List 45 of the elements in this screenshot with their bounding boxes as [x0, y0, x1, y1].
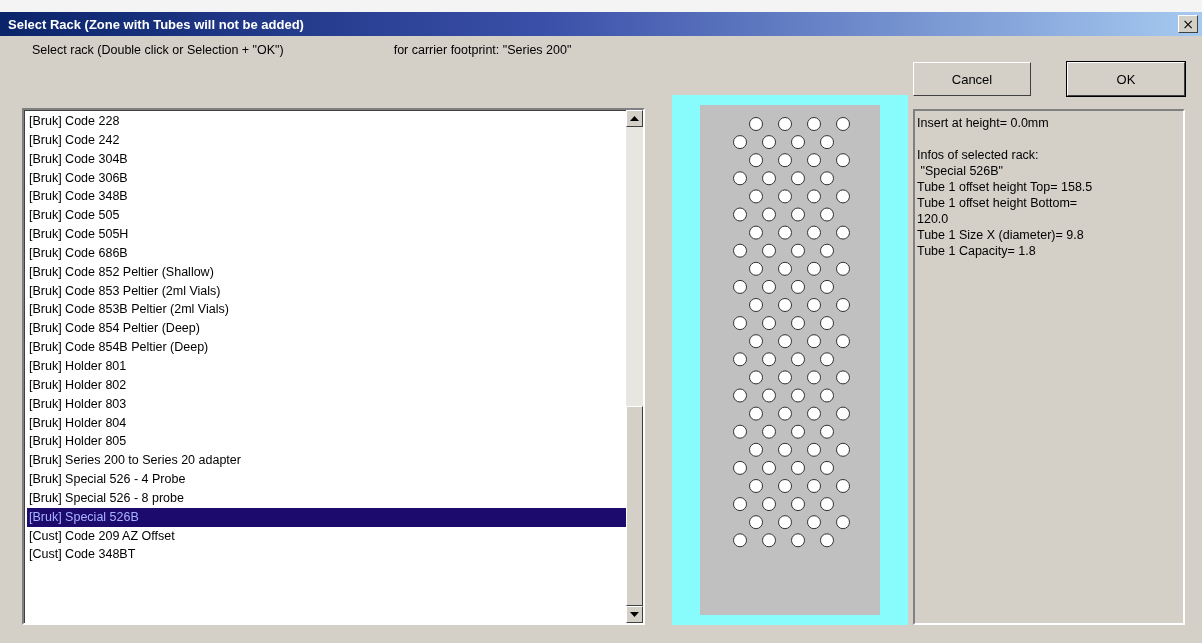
rack-list-item[interactable]: [Bruk] Code 686B: [27, 243, 626, 263]
info-text: Tube 1 Size X (diameter)= 9.8: [917, 227, 1085, 243]
info-text: Infos of selected rack:: [917, 147, 1040, 163]
rack-list-item[interactable]: [Bruk] Holder 804: [27, 413, 626, 433]
rack-list-item[interactable]: [Bruk] Holder 805: [27, 432, 626, 452]
instruction-label: Select rack (Double click or Selection + "OK"): [32, 43, 284, 59]
rack-list-item[interactable]: [Bruk] Code 304B: [27, 149, 626, 169]
rack-list-item[interactable]: [Bruk] Code 348B: [27, 187, 626, 207]
rack-list-item[interactable]: [Bruk] Holder 803: [27, 394, 626, 414]
rack-list-item[interactable]: [Bruk] Code 505: [27, 206, 626, 226]
scrollbar[interactable]: [626, 110, 643, 623]
rack-list-item[interactable]: [Bruk] Holder 801: [27, 356, 626, 376]
dialog-button[interactable]: OK: [1067, 62, 1185, 96]
rack-list-item[interactable]: [Cust] Code 209 AZ Offset: [27, 526, 626, 546]
scroll-up-button[interactable]: [626, 110, 643, 127]
rack-list-item[interactable]: [Bruk] Special 526B: [27, 507, 626, 527]
dialog-button[interactable]: Cancel: [913, 62, 1031, 96]
footprint-label: for carrier footprint: "Series 200": [393, 43, 572, 59]
info-text: 120.0: [917, 211, 950, 227]
rack-list-item[interactable]: [Bruk] Code 228: [27, 112, 626, 131]
rack-list-item[interactable]: [Bruk] Code 854 Peltier (Deep): [27, 319, 626, 339]
info-text: Tube 1 offset height Bottom=: [917, 195, 1079, 211]
rack-list[interactable]: [22, 108, 645, 625]
rack-list-item[interactable]: [Bruk] Code 242: [27, 130, 626, 150]
down-arrow-icon: [630, 612, 639, 617]
rack-list-item[interactable]: [Bruk] Special 526 - 4 Probe: [27, 470, 626, 489]
rack-list-item[interactable]: [Bruk] Code 854B Peltier (Deep): [27, 338, 626, 357]
info-text: Insert at height= 0.0mm: [917, 115, 1050, 131]
rack-list-item[interactable]: [Bruk] Code 306B: [27, 168, 626, 188]
window-title: Select Rack (Zone with Tubes will not be added): [8, 16, 304, 32]
rack-list-item[interactable]: [Bruk] Code 852 Peltier (Shallow): [27, 262, 626, 282]
close-button[interactable]: ×: [1178, 15, 1198, 33]
rack-list-item[interactable]: [Bruk] Code 505H: [27, 225, 626, 244]
scroll-thumb[interactable]: [626, 406, 643, 606]
info-text: Tube 1 offset height Top= 158.5: [917, 179, 1094, 195]
rack-list-item[interactable]: [Bruk] Special 526 - 8 probe: [27, 488, 626, 508]
rack-list-item[interactable]: [Bruk] Holder 802: [27, 375, 626, 395]
rack-list-item[interactable]: [Bruk] Code 853B Peltier (2ml Vials): [27, 300, 626, 320]
rack-list-item[interactable]: [Cust] Code 348BT: [27, 545, 626, 565]
info-text: "Special 526B": [919, 163, 1004, 179]
up-arrow-icon: [630, 116, 639, 121]
rack-list-item[interactable]: [Bruk] Code 853 Peltier (2ml Vials): [27, 281, 626, 301]
info-text: Tube 1 Capacity= 1.8: [917, 243, 1037, 259]
scroll-down-button[interactable]: [626, 606, 643, 623]
rack-list-item[interactable]: [Bruk] Series 200 to Series 20 adapter: [27, 451, 626, 471]
